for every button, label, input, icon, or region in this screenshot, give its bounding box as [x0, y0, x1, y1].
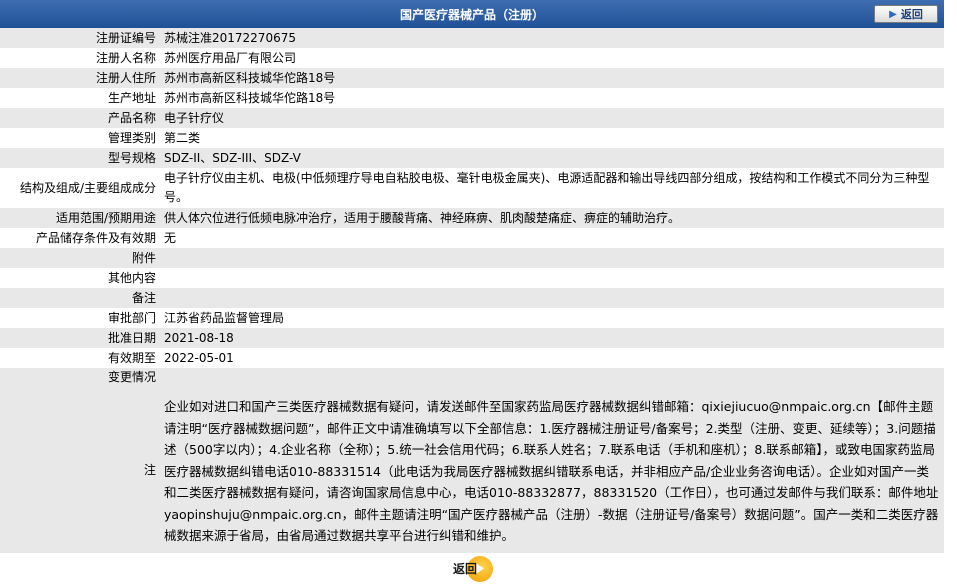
page-title: 国产医疗器械产品（注册）	[399, 7, 544, 22]
row-label: 注册人名称	[0, 48, 160, 68]
back-button-label: 返回	[900, 8, 923, 21]
table-row: 适用范围/预期用途 供人体穴位进行低频电脉冲治疗，适用于腰酸背痛、神经麻痹、肌肉酸…	[0, 208, 944, 228]
table-row: 型号规格 SDZ-II、SDZ-III、SDZ-V	[0, 148, 944, 168]
row-label: 其他内容	[0, 268, 160, 288]
table-row: 备注	[0, 288, 944, 308]
row-label: 审批部门	[0, 308, 160, 328]
row-value: 苏州市高新区科技城华佗路18号	[160, 88, 944, 108]
note-label: 注	[0, 388, 160, 553]
table-row: 产品名称 电子针疗仪	[0, 108, 944, 128]
table-row: 有效期至 2022-05-01	[0, 348, 944, 368]
row-value	[160, 288, 944, 308]
back-button-bottom[interactable]: 返回	[451, 555, 493, 582]
row-label: 型号规格	[0, 148, 160, 168]
row-value	[160, 368, 944, 388]
row-value: 电子针疗仪	[160, 108, 944, 128]
table-row: 附件	[0, 248, 944, 268]
back-arrow-icon: ▶	[889, 8, 897, 20]
header-bar: 国产医疗器械产品（注册） ▶ 返回	[0, 0, 944, 28]
row-value: 电子针疗仪由主机、电极(中低频理疗导电自粘胶电极、毫针电极金属夹)、电源适配器和…	[160, 168, 944, 208]
table-row: 产品储存条件及有效期无	[0, 228, 944, 248]
row-label: 注册证编号	[0, 28, 160, 48]
row-value: 无	[160, 228, 944, 248]
row-value: 2021-08-18	[160, 328, 944, 348]
footer: 返回	[0, 553, 944, 585]
product-detail-panel: 国产医疗器械产品（注册） ▶ 返回 注册证编号 苏械注准20172270675 注册…	[0, 0, 944, 585]
row-value	[160, 248, 944, 268]
row-label: 生产地址	[0, 88, 160, 108]
table-row: 注册人名称 苏州医疗用品厂有限公司	[0, 48, 944, 68]
row-value: 苏州医疗用品厂有限公司	[160, 48, 944, 68]
table-row: 审批部门 江苏省药品监督管理局	[0, 308, 944, 328]
row-label: 注册人住所	[0, 68, 160, 88]
back-button-top[interactable]: ▶ 返回	[874, 5, 938, 23]
row-value: 江苏省药品监督管理局	[160, 308, 944, 328]
back-button-bottom-label: 返回	[452, 562, 477, 576]
row-label: 产品名称	[0, 108, 160, 128]
row-label: 适用范围/预期用途	[0, 208, 160, 228]
row-value	[160, 268, 944, 288]
table-row: 管理类别 第二类	[0, 128, 944, 148]
table-row: 变更情况	[0, 368, 944, 388]
row-label: 附件	[0, 248, 160, 268]
note-row: 注企业如对进口和国产三类医疗器械数据有疑问，请发送邮件至国家药监局医疗器械数据纠…	[0, 388, 944, 553]
table-row: 结构及组成/主要组成成分 电子针疗仪由主机、电极(中低频理疗导电自粘胶电极、毫针电…	[0, 168, 944, 208]
row-label: 管理类别	[0, 128, 160, 148]
row-label: 变更情况	[0, 368, 160, 388]
table-row: 注册人住所 苏州市高新区科技城华佗路18号	[0, 68, 944, 88]
row-label: 结构及组成/主要组成成分	[0, 168, 160, 208]
table-row: 批准日期 2021-08-18	[0, 328, 944, 348]
row-value: 苏州市高新区科技城华佗路18号	[160, 68, 944, 88]
row-value: 第二类	[160, 128, 944, 148]
page-margin	[944, 0, 957, 582]
row-value: 供人体穴位进行低频电脉冲治疗，适用于腰酸背痛、神经麻痹、肌肉酸楚痛症、痹症的辅助…	[160, 208, 944, 228]
table-row: 注册证编号 苏械注准20172270675	[0, 28, 944, 48]
row-label: 产品储存条件及有效期	[0, 228, 160, 248]
note-text: 企业如对进口和国产三类医疗器械数据有疑问，请发送邮件至国家药监局医疗器械数据纠错…	[160, 388, 944, 553]
row-label: 备注	[0, 288, 160, 308]
row-label: 有效期至	[0, 348, 160, 368]
table-row: 生产地址 苏州市高新区科技城华佗路18号	[0, 88, 944, 108]
row-label: 批准日期	[0, 328, 160, 348]
row-value: 苏械注准20172270675	[160, 28, 944, 48]
table-row: 其他内容	[0, 268, 944, 288]
row-value: 2022-05-01	[160, 348, 944, 368]
row-value: SDZ-II、SDZ-III、SDZ-V	[160, 148, 944, 168]
detail-table: 注册证编号 苏械注准20172270675 注册人名称 苏州医疗用品厂有限公司 注册人住…	[0, 28, 944, 553]
